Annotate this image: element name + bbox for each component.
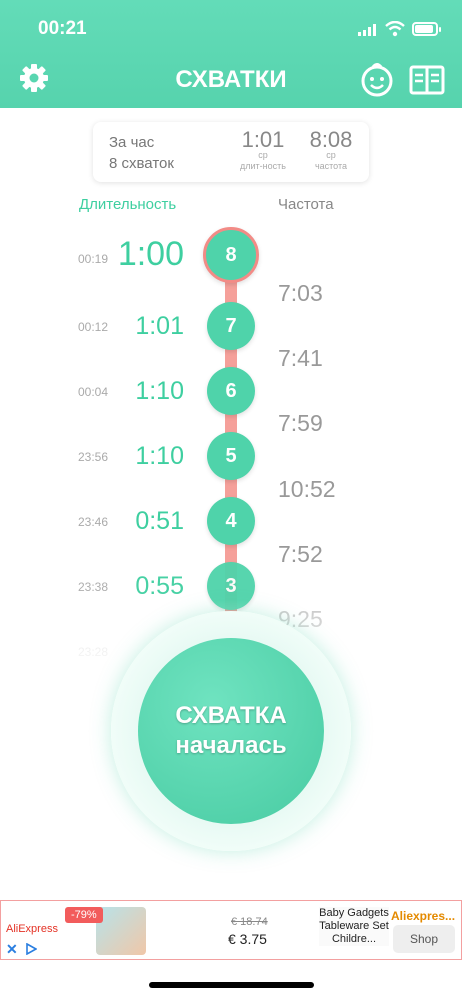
contraction-number[interactable]: 5 (207, 432, 255, 480)
contraction-row[interactable]: 23:56 1:10 5 (0, 428, 462, 484)
ad-product-title: Baby Gadgets Tableware Set Childre... (319, 907, 389, 946)
contraction-clock: 23:56 (77, 450, 108, 464)
ad-shop-button[interactable]: Shop (393, 925, 455, 953)
ad-product-image[interactable] (96, 907, 146, 955)
contraction-clock: 00:12 (77, 320, 108, 334)
frequency-value: 10:52 (278, 476, 336, 502)
contraction-number[interactable]: 6 (207, 367, 255, 415)
contraction-row[interactable]: 00:19 1:00 8 (0, 225, 462, 283)
ad-store-name: Aliexpres... (391, 909, 456, 923)
wifi-icon (385, 21, 405, 37)
contraction-duration: 0:55 (135, 572, 184, 600)
avg-frequency-caption: ср частота (314, 150, 348, 171)
contraction-clock: 23:38 (77, 580, 108, 594)
contraction-duration: 1:10 (135, 442, 184, 470)
start-button-line2: началась (175, 732, 287, 759)
contraction-row[interactable]: 00:04 1:10 6 (0, 363, 462, 419)
duration-column-header: Длительность (79, 196, 177, 213)
contraction-row[interactable]: 23:46 0:51 4 (0, 493, 462, 549)
baby-face-icon[interactable] (358, 60, 396, 98)
contraction-clock: 00:04 (77, 385, 108, 399)
ad-brand: AliExpress (6, 923, 58, 935)
contraction-duration: 1:01 (135, 312, 184, 340)
frequency-value: 7:52 (278, 541, 323, 567)
ad-discount-badge: -79% (65, 907, 103, 923)
summary-period: За час (109, 134, 155, 151)
frequency-value: 7:59 (278, 410, 323, 436)
frequency-column-header: Частота (278, 196, 334, 213)
contraction-clock: 00:19 (77, 252, 108, 266)
contraction-number[interactable]: 7 (207, 302, 255, 350)
avg-duration-caption: ср длит-ность (240, 150, 286, 171)
ad-new-price: € 3.75 (228, 931, 267, 947)
contraction-start-button[interactable]: СХВАТКА началась (138, 638, 324, 824)
contraction-row[interactable]: 00:12 1:01 7 (0, 298, 462, 354)
signal-icon (358, 24, 376, 36)
ad-old-price: € 18.74 (231, 916, 268, 928)
frequency-value: 7:03 (278, 280, 323, 306)
contraction-duration: 0:51 (135, 507, 184, 535)
contraction-number[interactable]: 4 (207, 497, 255, 545)
start-button-line1: СХВАТКА (175, 702, 287, 729)
battery-icon (412, 22, 441, 36)
ad-banner[interactable]: AliExpress ✕ -79% € 18.74 € 3.75 Baby Ga… (0, 900, 462, 960)
hourly-summary-card: За час 8 схваток 1:01 ср длит-ность 8:08… (93, 122, 369, 182)
home-indicator (149, 982, 314, 988)
contraction-start-button-halo: СХВАТКА началась (111, 611, 351, 851)
contraction-duration: 1:10 (135, 377, 184, 405)
contraction-clock: 23:46 (77, 515, 108, 529)
contraction-duration: 1:00 (117, 235, 184, 273)
status-time: 00:21 (38, 18, 87, 39)
contraction-number[interactable]: 8 (203, 227, 259, 283)
book-icon[interactable] (409, 64, 445, 96)
app-header: 00:21 СХВАТКИ (0, 0, 462, 108)
ad-choices-icon[interactable] (25, 943, 37, 955)
ad-close-icon[interactable]: ✕ (6, 941, 18, 958)
frequency-value: 7:41 (278, 345, 323, 371)
summary-count: 8 схваток (109, 155, 174, 172)
status-bar: 00:21 (0, 18, 462, 42)
